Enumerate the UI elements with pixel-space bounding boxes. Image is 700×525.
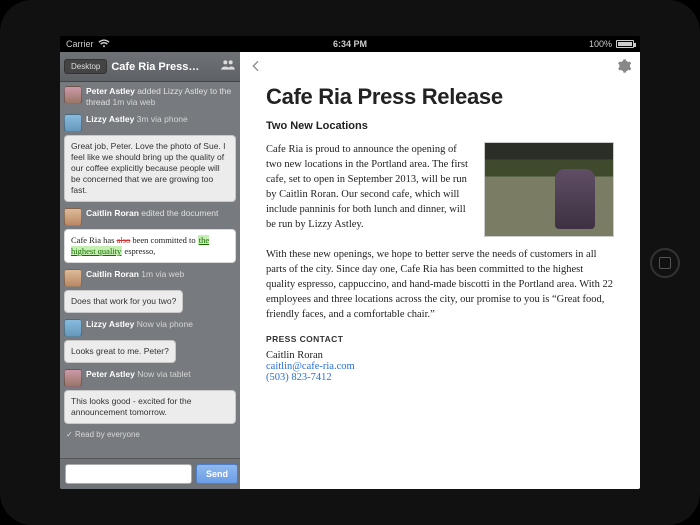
avatar[interactable] <box>64 86 82 104</box>
message-input[interactable] <box>65 464 192 484</box>
user-name[interactable]: Caitlin Roran <box>86 208 139 218</box>
battery-percent: 100% <box>589 39 612 49</box>
sidebar: Desktop Cafe Ria Press… Peter Astley add… <box>60 52 240 489</box>
avatar[interactable] <box>64 269 82 287</box>
avatar[interactable] <box>64 208 82 226</box>
thread-entry: Peter Astley added Lizzy Astley to the t… <box>64 86 236 108</box>
diff-text: Cafe Ria has <box>71 235 117 245</box>
timestamp: Now via phone <box>137 319 193 329</box>
thread-entry: Peter Astley Now via tablet This looks g… <box>64 369 236 424</box>
avatar[interactable] <box>64 319 82 337</box>
home-button[interactable] <box>650 248 680 278</box>
user-name[interactable]: Peter Astley <box>86 369 135 379</box>
diff-deleted: also <box>117 235 131 245</box>
user-name[interactable]: Peter Astley <box>86 86 135 96</box>
battery-icon <box>616 40 634 48</box>
press-contact-label: PRESS CONTACT <box>266 334 614 344</box>
contact-name: Caitlin Roran <box>266 350 614 361</box>
contact-phone-link[interactable]: (503) 823-7412 <box>266 372 614 383</box>
tablet-frame: Carrier 6:34 PM 100% Desktop Cafe Ria Pr… <box>0 0 700 525</box>
screen: Carrier 6:34 PM 100% Desktop Cafe Ria Pr… <box>60 36 640 489</box>
thread-entry: Caitlin Roran edited the document Cafe R… <box>64 208 236 263</box>
user-name[interactable]: Lizzy Astley <box>86 319 134 329</box>
document-diff[interactable]: Cafe Ria has also been committed to the … <box>64 229 236 263</box>
gear-icon[interactable] <box>616 58 632 77</box>
doc-title: Cafe Ria Press Release <box>266 84 614 110</box>
contact-email-link[interactable]: caitlin@cafe-ria.com <box>266 361 614 372</box>
message-bubble[interactable]: Does that work for you two? <box>64 290 183 313</box>
status-bar: Carrier 6:34 PM 100% <box>60 36 640 52</box>
composer: Send <box>60 458 240 489</box>
message-bubble[interactable]: This looks good - excited for the announ… <box>64 390 236 424</box>
sidebar-header: Desktop Cafe Ria Press… <box>60 52 240 82</box>
doc-paragraph: With these new openings, we hope to bett… <box>266 247 614 322</box>
timestamp: 3m via phone <box>137 114 188 124</box>
doc-paragraph: Cafe Ria is proud to announce the openin… <box>266 142 474 237</box>
message-bubble[interactable]: Looks great to me. Peter? <box>64 340 176 363</box>
document-body[interactable]: Cafe Ria Press Release Two New Locations… <box>240 82 640 395</box>
diff-text: been committed to <box>130 235 198 245</box>
user-name[interactable]: Lizzy Astley <box>86 114 134 124</box>
doc-toolbar <box>240 52 640 82</box>
doc-subtitle: Two New Locations <box>266 120 614 132</box>
read-receipt: Read by everyone <box>66 430 236 439</box>
carrier-label: Carrier <box>66 39 94 49</box>
activity-text: edited the document <box>141 208 218 218</box>
clock: 6:34 PM <box>333 39 367 49</box>
app: Desktop Cafe Ria Press… Peter Astley add… <box>60 52 640 489</box>
doc-photo[interactable] <box>484 142 614 237</box>
sidebar-doc-title[interactable]: Cafe Ria Press… <box>111 61 216 73</box>
desktop-button[interactable]: Desktop <box>64 59 107 74</box>
user-name[interactable]: Caitlin Roran <box>86 269 139 279</box>
avatar[interactable] <box>64 369 82 387</box>
people-icon[interactable] <box>220 57 236 76</box>
thread-entry: Lizzy Astley 3m via phone Great job, Pet… <box>64 114 236 202</box>
back-button[interactable] <box>248 58 264 77</box>
thread-entry: Lizzy Astley Now via phone Looks great t… <box>64 319 236 363</box>
thread: Peter Astley added Lizzy Astley to the t… <box>60 82 240 458</box>
timestamp: 1m via web <box>112 97 155 107</box>
timestamp: Now via tablet <box>137 369 190 379</box>
wifi-icon <box>98 39 110 50</box>
avatar[interactable] <box>64 114 82 132</box>
message-bubble[interactable]: Great job, Peter. Love the photo of Sue.… <box>64 135 236 202</box>
timestamp: 1m via web <box>141 269 184 279</box>
diff-text: espresso, <box>122 246 155 256</box>
send-button[interactable]: Send <box>196 464 238 484</box>
document-pane: Cafe Ria Press Release Two New Locations… <box>240 52 640 489</box>
thread-entry: Caitlin Roran 1m via web Does that work … <box>64 269 236 313</box>
